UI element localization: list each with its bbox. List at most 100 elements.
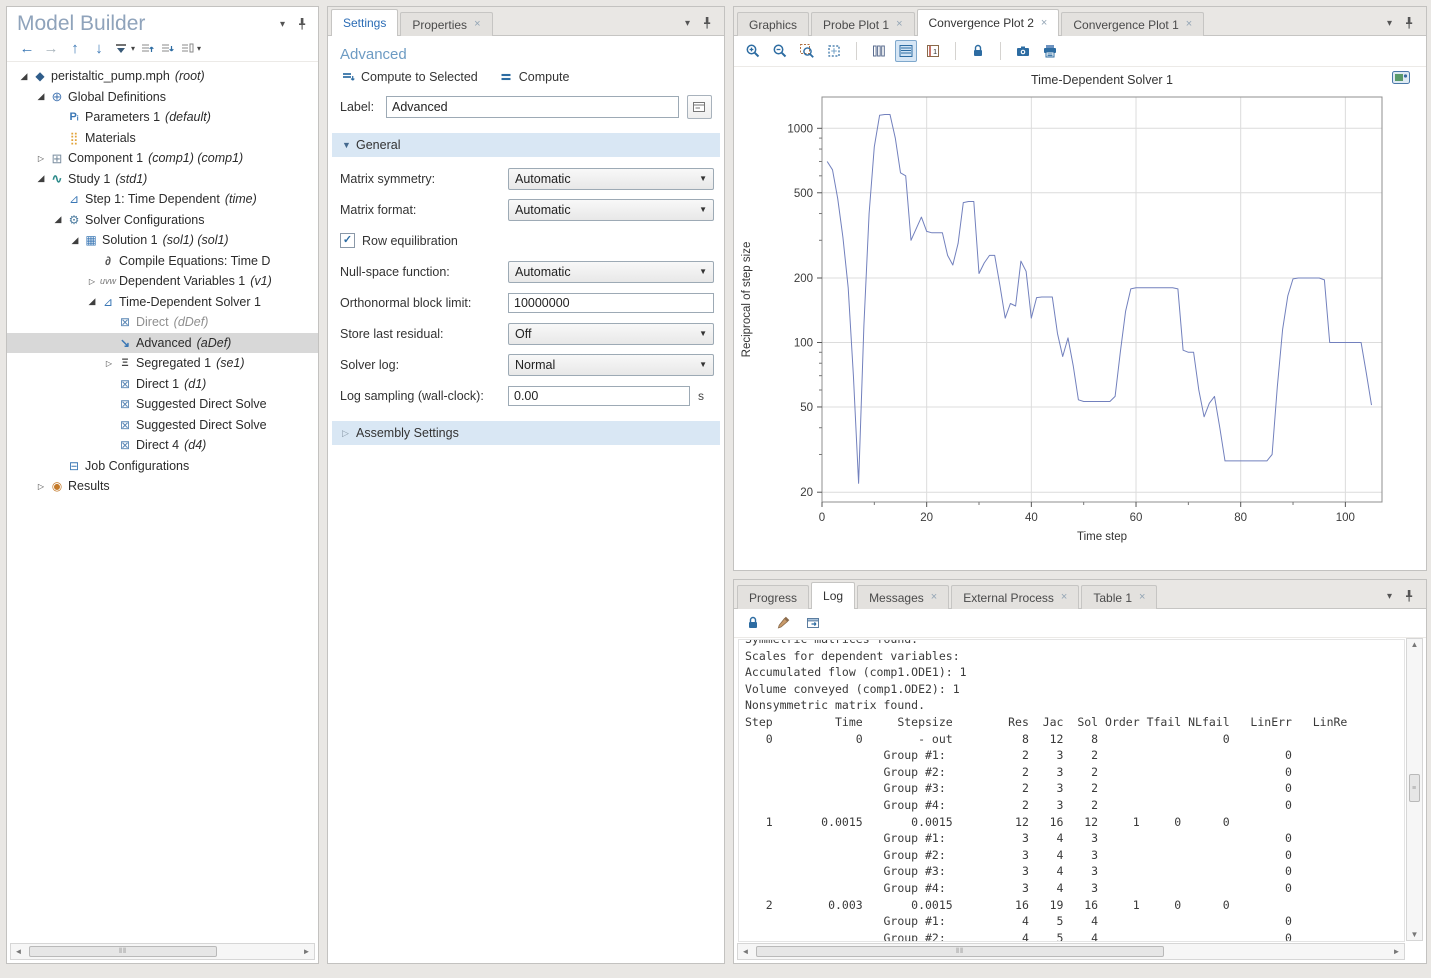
plot-image-icon[interactable] (1392, 71, 1410, 89)
tab-close-icon[interactable]: × (1061, 592, 1067, 603)
move-down-arrow-icon[interactable]: ↓ (89, 40, 109, 57)
select-matrix-symmetry[interactable]: Automatic▼ (508, 168, 714, 190)
tree-item-direct-1[interactable]: ⊠Direct 1(d1) (7, 374, 318, 395)
plot-vertical-bars-icon[interactable] (868, 40, 890, 62)
scroll-right-arrow-icon[interactable]: ► (299, 947, 314, 956)
tree-item-direct-4[interactable]: ⊠Direct 4(d4) (7, 435, 318, 456)
scroll-up-arrow-icon[interactable]: ▲ (1407, 640, 1422, 649)
tree-item-suggested-direct-solve[interactable]: ⊠Suggested Direct Solve (7, 415, 318, 436)
expand-all-icon[interactable] (159, 41, 175, 57)
keep-log-icon[interactable] (742, 612, 764, 634)
tabstrip-menu-chevron-icon[interactable]: ▾ (685, 18, 690, 29)
tree-item-solver-configurations[interactable]: ◢⚙Solver Configurations (7, 210, 318, 231)
move-up-arrow-icon[interactable]: ↑ (65, 40, 85, 57)
back-arrow-icon[interactable]: ← (17, 40, 37, 57)
section-assembly-settings[interactable]: ▷ Assembly Settings (332, 421, 720, 445)
scroll-right-arrow-icon[interactable]: ► (1389, 947, 1404, 956)
compute-to-selected-button[interactable]: Compute to Selected (340, 69, 478, 85)
graphics-tab-graphics[interactable]: Graphics (737, 12, 809, 36)
tree-expander-expanded-icon[interactable]: ◢ (51, 214, 65, 225)
print-icon[interactable] (1039, 40, 1061, 62)
tree-item-parameters-1[interactable]: PᵢParameters 1(default) (7, 107, 318, 128)
input-orthonormal-block-limit[interactable] (508, 293, 714, 313)
collapse-all-icon[interactable] (139, 41, 155, 57)
clear-log-icon[interactable] (772, 612, 794, 634)
forward-arrow-icon[interactable]: → (41, 40, 61, 57)
select-null-space-function[interactable]: Automatic▼ (508, 261, 714, 283)
log-tab-external-process[interactable]: External Process× (951, 585, 1079, 609)
scrollbar-thumb[interactable]: ⦀⦀ (756, 946, 1164, 957)
plot-first-axis-icon[interactable]: 1 (922, 40, 944, 62)
tree-item-step-1-time-dependent[interactable]: ⊿Step 1: Time Dependent(time) (7, 189, 318, 210)
tree-expander-expanded-icon[interactable]: ◢ (68, 235, 82, 246)
tree-item-direct[interactable]: ⊠Direct(dDef) (7, 312, 318, 333)
settings-tab-properties[interactable]: Properties× (400, 12, 492, 36)
scrollbar-thumb[interactable]: ⦀⦀ (29, 946, 217, 957)
row-equilibration-checkbox[interactable]: ✓ (340, 233, 355, 248)
scrollbar-thumb[interactable]: ≡ (1409, 774, 1420, 802)
plot-horizontal-rows-icon[interactable] (895, 40, 917, 62)
pin-icon[interactable] (1401, 588, 1417, 604)
scroll-down-arrow-icon[interactable]: ▼ (1407, 930, 1422, 939)
tree-item-results[interactable]: ▷◉Results (7, 476, 318, 497)
zoom-in-icon[interactable] (742, 40, 764, 62)
tab-close-icon[interactable]: × (931, 592, 937, 603)
select-matrix-format[interactable]: Automatic▼ (508, 199, 714, 221)
graphics-tab-probe-plot-1[interactable]: Probe Plot 1× (811, 12, 914, 36)
show-menu-chevron-icon[interactable]: ▾ (131, 44, 135, 53)
log-vertical-scrollbar[interactable]: ▲ ▼ ≡ (1406, 638, 1423, 941)
scroll-left-arrow-icon[interactable]: ◄ (738, 947, 753, 956)
zoom-extents-icon[interactable] (823, 40, 845, 62)
section-general[interactable]: ▼ General (332, 133, 720, 157)
tree-expander-collapsed-icon[interactable]: ▷ (34, 154, 48, 163)
zoom-box-icon[interactable] (796, 40, 818, 62)
go-to-node-chevron-icon[interactable]: ▾ (197, 44, 201, 53)
model-builder-horizontal-scrollbar[interactable]: ◄ ► ⦀⦀ (10, 943, 315, 960)
tree-expander-collapsed-icon[interactable]: ▷ (85, 277, 99, 286)
log-tab-progress[interactable]: Progress (737, 585, 809, 609)
graphics-tab-convergence-plot-1[interactable]: Convergence Plot 1× (1061, 12, 1204, 36)
tree-item-study-1[interactable]: ◢∿Study 1(std1) (7, 169, 318, 190)
tree-item-component-1[interactable]: ▷⊞Component 1(comp1) (comp1) (7, 148, 318, 169)
log-output[interactable]: Symmetric matrices found. Scales for dep… (738, 639, 1405, 942)
pin-icon[interactable] (1401, 15, 1417, 31)
tree-item-peristaltic-pump-mph[interactable]: ◢◆peristaltic_pump.mph(root) (7, 66, 318, 87)
tree-item-suggested-direct-solve[interactable]: ⊠Suggested Direct Solve (7, 394, 318, 415)
tree-item-dependent-variables-1[interactable]: ▷uvwDependent Variables 1(v1) (7, 271, 318, 292)
tab-close-icon[interactable]: × (1186, 19, 1192, 30)
open-in-new-window-icon[interactable] (802, 612, 824, 634)
select-solver-log[interactable]: Normal▼ (508, 354, 714, 376)
compute-button[interactable]: Compute (498, 69, 570, 85)
zoom-out-icon[interactable] (769, 40, 791, 62)
settings-tab-settings[interactable]: Settings (331, 9, 398, 36)
show-menu-icon[interactable] (113, 41, 129, 57)
tree-item-time-dependent-solver-1[interactable]: ◢⊿Time-Dependent Solver 1 (7, 292, 318, 313)
tree-item-global-definitions[interactable]: ◢⊕Global Definitions (7, 87, 318, 108)
tree-expander-collapsed-icon[interactable]: ▷ (34, 482, 48, 491)
tab-close-icon[interactable]: × (896, 19, 902, 30)
snapshot-icon[interactable] (1012, 40, 1034, 62)
select-store-last-residual[interactable]: Off▼ (508, 323, 714, 345)
tabstrip-menu-chevron-icon[interactable]: ▾ (1387, 18, 1392, 29)
tree-item-job-configurations[interactable]: ⊟Job Configurations (7, 456, 318, 477)
tree-expander-expanded-icon[interactable]: ◢ (85, 296, 99, 307)
log-tab-table-1[interactable]: Table 1× (1081, 585, 1157, 609)
label-input[interactable] (386, 96, 679, 118)
tree-item-compile-equations-time-d[interactable]: ∂Compile Equations: Time D (7, 251, 318, 272)
tree-item-solution-1[interactable]: ◢▦Solution 1(sol1) (sol1) (7, 230, 318, 251)
panel-menu-chevron-icon[interactable]: ▾ (280, 19, 285, 30)
input-log-sampling-wall-clock[interactable] (508, 386, 690, 406)
tree-item-advanced[interactable]: ↘Advanced(aDef) (7, 333, 318, 354)
graphics-tab-convergence-plot-2[interactable]: Convergence Plot 2× (917, 9, 1060, 36)
show-label-button[interactable] (687, 95, 712, 119)
pin-icon[interactable] (699, 15, 715, 31)
log-tab-log[interactable]: Log (811, 582, 855, 609)
log-tab-messages[interactable]: Messages× (857, 585, 949, 609)
log-horizontal-scrollbar[interactable]: ◄ ► ⦀⦀ (737, 943, 1405, 960)
scroll-left-arrow-icon[interactable]: ◄ (11, 947, 26, 956)
tree-expander-expanded-icon[interactable]: ◢ (34, 91, 48, 102)
tab-close-icon[interactable]: × (1139, 592, 1145, 603)
lock-axes-icon[interactable] (967, 40, 989, 62)
tree-expander-expanded-icon[interactable]: ◢ (34, 173, 48, 184)
tab-close-icon[interactable]: × (1041, 18, 1047, 29)
